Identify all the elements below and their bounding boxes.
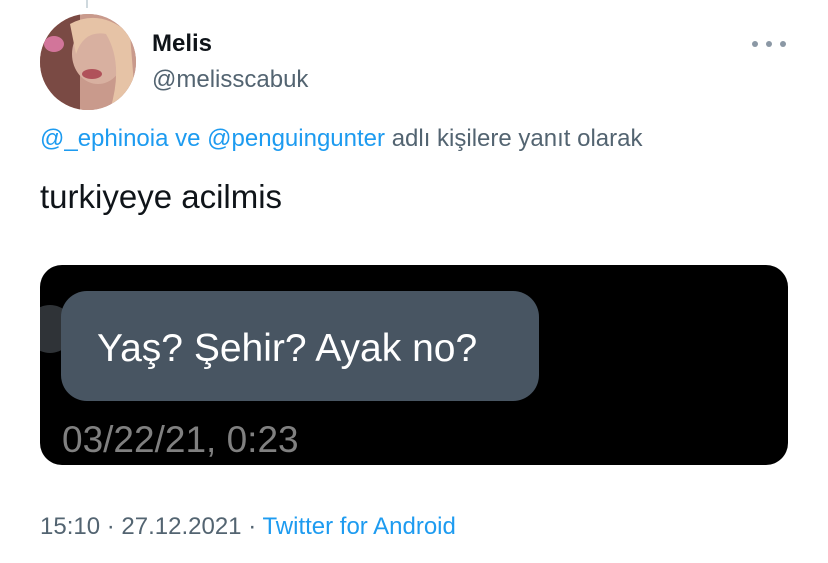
reply-context: @_ephinoia ve @penguingunter adlı kişile… [40,125,642,153]
more-options-icon[interactable] [752,34,786,54]
tweet-meta: 15:10 · 27.12.2021 · Twitter for Android [40,513,456,541]
more-dot [780,41,786,47]
thread-connector-line [86,0,88,8]
mention-link[interactable]: @penguingunter [207,125,385,152]
author-handle[interactable]: @melisscabuk [152,66,308,94]
author-name[interactable]: Melis [152,30,212,58]
more-dot [766,41,772,47]
meta-separator: · [248,513,257,540]
tweet-source-link[interactable]: Twitter for Android [262,513,455,540]
chat-message-timestamp: 03/22/21, 0:23 [62,419,299,460]
tweet-text: turkiyeye acilmis [40,178,283,215]
reply-suffix: adlı kişilere yanıt olarak [391,125,643,152]
chat-message-text: Yaş? Şehir? Ayak no? [97,327,478,370]
tweet-date[interactable]: 27.12.2021 [121,513,241,540]
reply-conjunction: ve [175,125,201,152]
tweet-media-image[interactable]: Yaş? Şehir? Ayak no? 03/22/21, 0:23 [40,265,788,465]
meta-separator: · [106,513,115,540]
more-dot [752,41,758,47]
avatar-photo [40,14,136,110]
mention-link[interactable]: @_ephinoia [40,125,168,152]
avatar[interactable] [40,14,136,110]
tweet-time[interactable]: 15:10 [40,513,100,540]
